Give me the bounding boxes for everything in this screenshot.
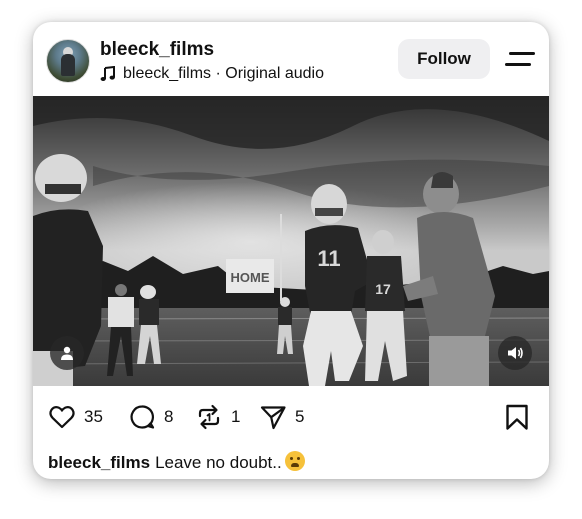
mute-button[interactable] [498,336,532,370]
music-note-icon [100,66,115,81]
profile-icon [61,346,73,360]
username-link[interactable]: bleeck_films [100,39,214,61]
volume-icon [508,347,523,359]
heart-icon [49,406,75,429]
audio-link[interactable]: bleeck_films · Original audio [100,65,324,83]
caption-text: Leave no doubt.. [155,453,282,472]
caption: bleeck_films Leave no doubt.. [48,451,305,473]
avatar[interactable] [46,39,90,83]
menu-line-bottom [505,63,531,66]
post-card: bleeck_films bleeck_films · Original aud… [33,22,549,479]
profile-tag-button[interactable] [50,336,84,370]
jersey-number-center: 11 [317,246,340,271]
repost-button[interactable]: 1 [195,403,240,431]
comment-count: 8 [164,407,174,426]
audio-label: bleeck_films · Original audio [123,65,324,82]
bookmark-button[interactable] [503,403,531,431]
menu-line-top [509,52,535,55]
follow-button[interactable]: Follow [398,39,490,79]
comment-icon [130,405,155,429]
bookmark-icon [506,404,528,430]
caption-username[interactable]: bleeck_films [48,453,150,472]
repost-count: 1 [231,407,241,426]
menu-icon[interactable] [505,52,535,68]
repost-icon [198,404,220,430]
post-header: bleeck_films bleeck_films · Original aud… [33,22,549,96]
face-emoji-icon [284,451,305,471]
action-bar: 35 8 1 5 [33,386,549,448]
comment-button[interactable]: 8 [128,403,173,431]
like-count: 35 [84,407,103,426]
video-frame: HOME 11 17 [33,96,549,386]
share-count: 5 [295,407,305,426]
scoreboard-text: HOME [231,270,270,285]
share-button[interactable]: 5 [259,403,304,431]
share-icon [260,406,286,430]
jersey-number-right: 17 [375,281,391,297]
avatar-figure [61,54,75,76]
like-button[interactable]: 35 [48,403,103,431]
video-player[interactable]: HOME 11 17 [33,96,549,386]
